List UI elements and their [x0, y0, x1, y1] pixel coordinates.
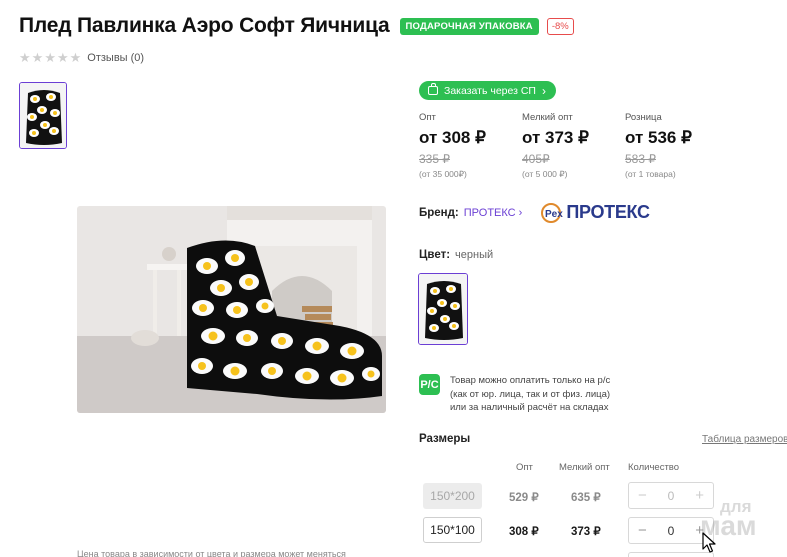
price-tier-condition: (от 5 000 ₽)	[522, 169, 568, 179]
price-tier-opt: Опт от 308 ₽ 335 ₽ (от 35 000₽)	[419, 112, 522, 180]
rating-row: ★ ★ ★ ★ ★ Отзывы (0)	[19, 50, 144, 66]
size-chart-link[interactable]: Таблица размеров	[702, 434, 787, 445]
rating-stars: ★ ★ ★ ★ ★	[19, 50, 81, 66]
color-value: черный	[455, 249, 494, 261]
star-icon: ★	[69, 50, 82, 65]
price-tier-old: 583 ₽	[625, 152, 656, 166]
brand-label: Бренд:	[419, 206, 459, 219]
star-icon: ★	[31, 50, 44, 65]
column-header-opt: Опт	[516, 462, 533, 473]
sizes-title: Размеры	[419, 433, 471, 445]
price-tier-label: Опт	[419, 112, 436, 123]
mouse-cursor-icon	[702, 532, 716, 553]
brand-row: Бренд: ПРОТЕКС › Pex ПРОТЕКС	[419, 202, 650, 223]
price-tier-retail: Розница от 536 ₽ 583 ₽ (от 1 товара)	[625, 112, 728, 180]
minus-icon[interactable]: −	[638, 523, 647, 538]
payment-line: или за наличный расчёт на складах	[450, 402, 609, 413]
order-via-sp-button[interactable]: Заказать через СП ›	[419, 81, 556, 100]
protex-logo-icon: Pex	[541, 202, 563, 223]
price-tiers: Опт от 308 ₽ 335 ₽ (от 35 000₽) Мелкий о…	[419, 112, 728, 180]
brand-logo[interactable]: Pex ПРОТЕКС	[541, 202, 650, 223]
size-price-opt: 529 ₽	[509, 492, 539, 504]
price-tier-label: Розница	[625, 112, 662, 123]
brand-link[interactable]: ПРОТЕКС ›	[464, 207, 523, 219]
color-row: Цвет: черный	[419, 249, 493, 261]
brand-name: ПРОТЕКС	[463, 206, 516, 219]
blanket-room-photo	[77, 206, 386, 413]
payment-text: Товар можно оплатить только на р/с (как …	[450, 374, 610, 415]
bank-account-icon: Р/С	[419, 374, 440, 395]
price-tier-value: от 373 ₽	[522, 128, 589, 147]
reviews-link[interactable]: Отзывы (0)	[87, 52, 144, 64]
chevron-right-icon: ›	[541, 83, 546, 98]
quantity-value[interactable]: 0	[668, 524, 675, 538]
price-tier-small-opt: Мелкий опт от 373 ₽ 405₽ (от 5 000 ₽)	[522, 112, 625, 180]
size-price-small-opt: 635 ₽	[571, 492, 601, 504]
price-tier-value: от 308 ₽	[419, 128, 486, 147]
column-header-small-opt: Мелкий опт	[559, 462, 610, 473]
price-tier-value: от 536 ₽	[625, 128, 692, 147]
color-swatch-black[interactable]	[418, 273, 468, 345]
star-icon: ★	[19, 50, 31, 65]
payment-line: Товар можно оплатить только на р/с	[450, 375, 611, 386]
gallery-thumbnail[interactable]	[19, 82, 67, 149]
price-tier-label: Мелкий опт	[522, 112, 573, 123]
column-header-quantity: Количество	[628, 462, 680, 473]
payment-line: (как от юр. лица, так и от физ. лица)	[450, 388, 611, 400]
svg-text:Pex: Pex	[545, 209, 563, 220]
blanket-swatch-image	[419, 274, 467, 344]
payment-note: Р/С Товар можно оплатить только на р/с (…	[419, 374, 610, 415]
color-label: Цвет:	[419, 249, 451, 261]
size-price-opt: 308 ₽	[509, 526, 539, 538]
price-tier-old: 405₽	[522, 152, 550, 166]
product-title: Плед Павлинка Аэро Софт Яичница	[19, 14, 390, 37]
star-icon: ★	[56, 50, 69, 65]
main-product-photo[interactable]	[77, 206, 386, 413]
shopping-bag-icon	[428, 83, 438, 95]
price-note: Цена товара в зависимости от цвета и раз…	[77, 549, 346, 557]
size-price-small-opt: 373 ₽	[571, 526, 601, 538]
order-via-sp-label: Заказать через СП	[444, 84, 536, 97]
title-row: Плед Павлинка Аэро Софт Яичница ПОДАРОЧН…	[19, 14, 574, 38]
price-tier-old: 335 ₽	[419, 152, 450, 166]
discount-badge: -8%	[546, 17, 574, 35]
star-icon: ★	[44, 50, 56, 65]
gift-wrap-badge: ПОДАРОЧНАЯ УПАКОВКА	[399, 17, 539, 35]
blanket-thumbnail-image	[20, 83, 66, 148]
quantity-value[interactable]: 0	[668, 489, 675, 503]
brand-logo-text: ПРОТЕКС	[566, 202, 650, 222]
size-option-150x200[interactable]: 150*200	[423, 483, 482, 509]
minus-icon[interactable]: −	[638, 488, 647, 503]
price-tier-condition: (от 35 000₽)	[419, 169, 467, 179]
price-tier-condition: (от 1 товара)	[625, 169, 676, 179]
size-option-150x100[interactable]: 150*100	[423, 517, 482, 543]
